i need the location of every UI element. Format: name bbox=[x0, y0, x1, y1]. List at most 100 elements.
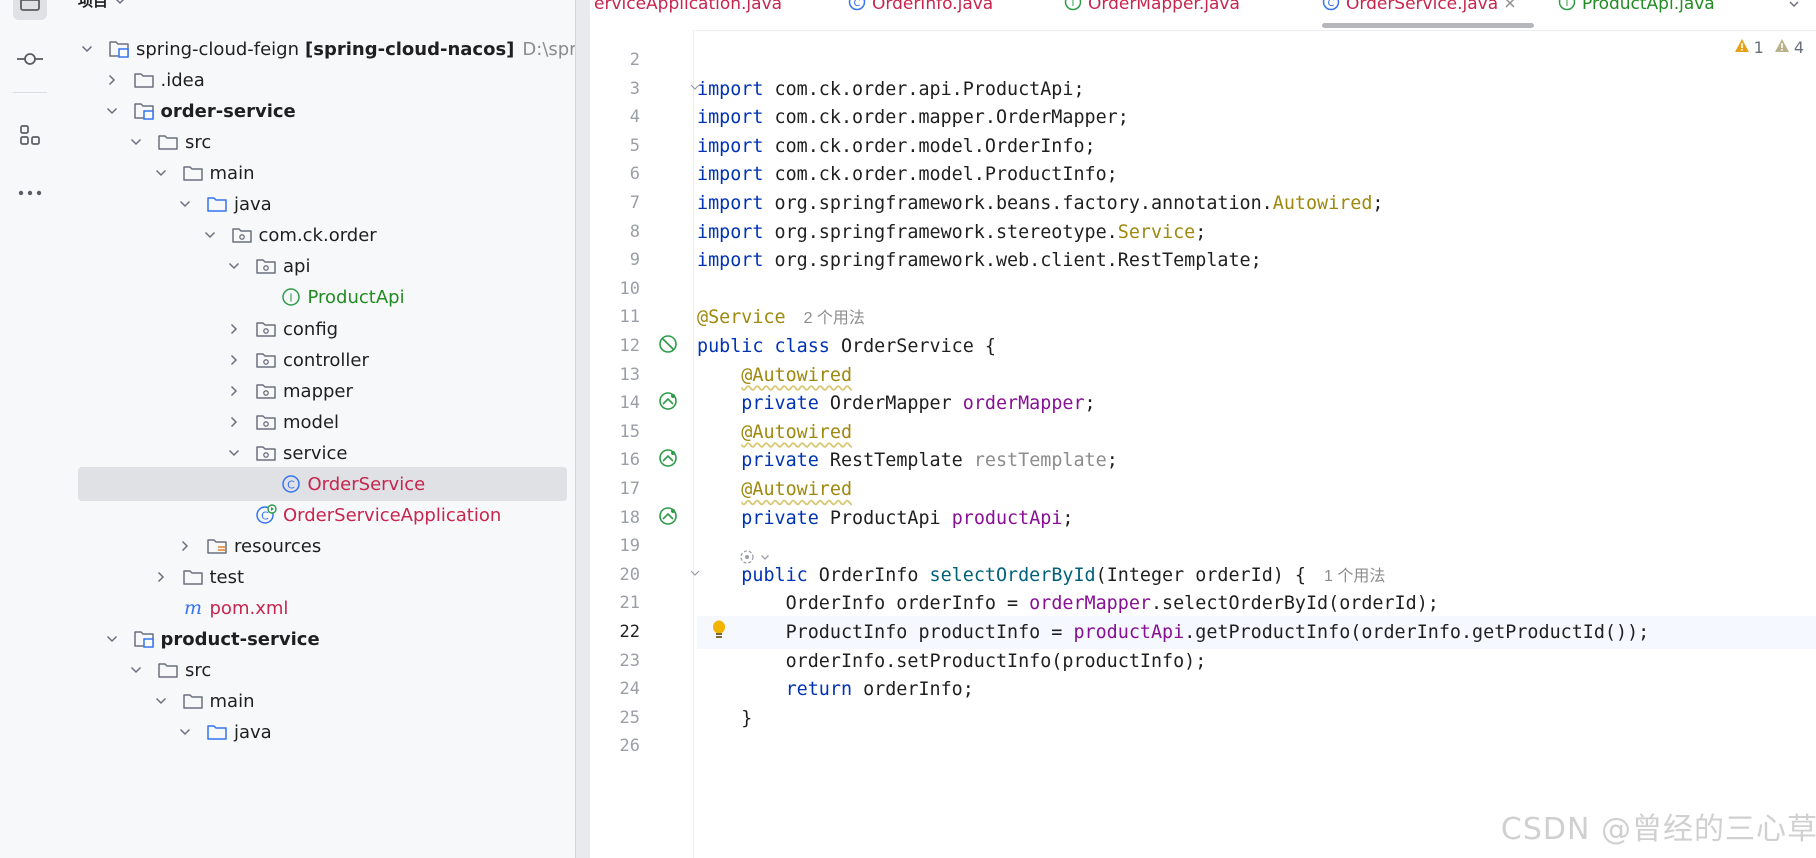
tree-item[interactable]: mapper bbox=[78, 374, 567, 408]
tree-item-label: src bbox=[185, 659, 212, 681]
code-editor[interactable]: erviceApplication.java C OrderInfo.java … bbox=[590, 0, 1816, 858]
chevron-down-icon[interactable] bbox=[154, 694, 168, 708]
line-number[interactable]: 26 bbox=[590, 730, 640, 763]
chevron-down-icon[interactable] bbox=[114, 0, 126, 9]
editor-gutter[interactable]: 2 3 4 5 6 7 8 9 10 11 12 13 14 15 16 17 18 19 20 21 22 23 24 25… bbox=[590, 30, 695, 858]
tree-item[interactable]: com.ck.order bbox=[78, 218, 567, 252]
chevron-down-icon[interactable] bbox=[154, 166, 168, 180]
code-text: org.springframework.beans.factory.annota… bbox=[763, 193, 1273, 214]
code-text: ; bbox=[1084, 393, 1096, 415]
chevron-down-icon[interactable] bbox=[105, 632, 119, 646]
tree-item[interactable]: java bbox=[78, 187, 567, 221]
code-text: .selectOrderById(orderId); bbox=[1150, 593, 1439, 615]
ai-assistant-icon[interactable] bbox=[738, 548, 770, 566]
tree-item[interactable]: test bbox=[78, 560, 567, 594]
tree-item-label: src bbox=[185, 131, 212, 153]
inspection-widget[interactable]: 1 4 bbox=[1734, 38, 1804, 57]
chevron-down-icon[interactable] bbox=[178, 197, 192, 211]
tab-ordermapper[interactable]: I OrderMapper.java bbox=[1064, 0, 1240, 18]
tree-item[interactable]: resources bbox=[78, 529, 567, 563]
tab-orderinfo[interactable]: C OrderInfo.java bbox=[848, 0, 993, 18]
tree-item[interactable]: controller bbox=[78, 343, 567, 377]
tree-item[interactable]: model bbox=[78, 405, 567, 439]
tree-item[interactable]: C OrderServiceApplication bbox=[78, 498, 567, 532]
autowired-icon[interactable] bbox=[656, 446, 680, 470]
class-icon: C bbox=[280, 474, 302, 494]
chevron-right-icon[interactable] bbox=[227, 384, 241, 398]
chevron-down-icon[interactable] bbox=[129, 663, 143, 677]
project-icon[interactable] bbox=[13, 0, 47, 20]
tree-item[interactable]: api bbox=[78, 249, 567, 283]
svg-text:I: I bbox=[1072, 0, 1075, 9]
chevron-right-icon[interactable] bbox=[227, 415, 241, 429]
chevron-right-icon[interactable] bbox=[227, 322, 241, 336]
tree-item-label: config bbox=[283, 318, 339, 340]
panel-header: 项目 bbox=[78, 0, 126, 12]
autowired-icon[interactable] bbox=[656, 389, 680, 413]
more-icon[interactable] bbox=[13, 176, 47, 210]
code-text: orderInfo; bbox=[852, 679, 974, 701]
code-annotation: @Service bbox=[697, 307, 786, 329]
chevron-down-icon[interactable] bbox=[129, 135, 143, 149]
tree-item[interactable]: src bbox=[78, 653, 567, 687]
chevron-down-icon[interactable] bbox=[203, 228, 217, 242]
chevron-right-icon[interactable] bbox=[154, 570, 168, 584]
tree-item-project-name: [spring-cloud-nacos] bbox=[305, 38, 515, 60]
usage-hint[interactable]: 2 个用法 bbox=[804, 310, 865, 327]
tree-item[interactable]: src bbox=[78, 125, 567, 159]
chevron-down-icon[interactable] bbox=[80, 42, 94, 56]
code-line[interactable]: } bbox=[697, 702, 1816, 735]
code-text: org.springframework.web.client.RestTempl… bbox=[763, 250, 1262, 272]
code-type: ProductApi bbox=[818, 507, 952, 529]
warning-icon bbox=[1734, 38, 1750, 57]
spring-bean-icon[interactable] bbox=[656, 332, 680, 356]
tree-item[interactable]: spring-cloud-feign [spring-cloud-nacos] D:… bbox=[78, 32, 575, 66]
tree-item[interactable]: java bbox=[78, 715, 567, 749]
chevron-right-icon[interactable] bbox=[105, 73, 119, 87]
code-field: productApi bbox=[1073, 622, 1185, 643]
svg-text:m: m bbox=[183, 598, 201, 618]
tree-item[interactable]: order-service bbox=[78, 94, 567, 128]
lightbulb-icon[interactable] bbox=[707, 618, 731, 642]
tree-item[interactable]: I ProductApi bbox=[78, 280, 567, 314]
structure-icon[interactable] bbox=[13, 118, 47, 152]
tree-item[interactable]: config bbox=[78, 312, 567, 346]
chevron-down-icon[interactable] bbox=[227, 259, 241, 273]
code-line[interactable]: private ProductApi productApi; bbox=[697, 502, 1816, 535]
chevron-down-icon[interactable] bbox=[105, 104, 119, 118]
tree-item[interactable]: product-service bbox=[78, 622, 567, 656]
panel-splitter[interactable] bbox=[575, 0, 590, 858]
code-keyword: private bbox=[741, 507, 819, 529]
chevron-down-icon[interactable] bbox=[178, 725, 192, 739]
close-icon[interactable] bbox=[1504, 0, 1516, 14]
fold-icon[interactable] bbox=[683, 75, 707, 99]
usage-hint[interactable]: 1 个用法 bbox=[1324, 568, 1385, 585]
tab-orderserviceapplication[interactable]: erviceApplication.java bbox=[594, 0, 782, 18]
tab-orderservice[interactable]: C OrderService.java bbox=[1322, 0, 1534, 28]
src-folder-icon bbox=[206, 722, 228, 742]
warning-count[interactable]: 1 bbox=[1734, 38, 1764, 57]
chevron-down-icon[interactable] bbox=[227, 446, 241, 460]
folder-icon bbox=[182, 163, 204, 183]
code-line[interactable]: import org.springframework.web.client.Re… bbox=[697, 244, 1816, 277]
weak-warning-count[interactable]: 4 bbox=[1774, 38, 1804, 57]
tree-item[interactable]: C OrderService bbox=[78, 467, 567, 501]
tree-item[interactable]: service bbox=[78, 436, 567, 470]
code-keyword: public class bbox=[697, 336, 830, 357]
chevron-right-icon[interactable] bbox=[227, 353, 241, 367]
tab-productapi[interactable]: I ProductApi.java bbox=[1558, 0, 1715, 18]
tree-item-label: service bbox=[283, 442, 348, 464]
tree-item[interactable]: main bbox=[78, 156, 567, 190]
folder-icon bbox=[133, 70, 155, 90]
tab-overflow-chevron[interactable] bbox=[1788, 0, 1800, 18]
code-annotation: @Autowired bbox=[741, 364, 853, 386]
code-type: OrderInfo bbox=[807, 564, 930, 586]
tree-item[interactable]: main bbox=[78, 684, 567, 718]
commit-icon[interactable] bbox=[13, 42, 47, 76]
autowired-icon[interactable] bbox=[656, 504, 680, 528]
chevron-right-icon[interactable] bbox=[178, 539, 192, 553]
tree-item[interactable]: m pom.xml bbox=[78, 591, 567, 625]
code-field: productApi bbox=[951, 507, 1063, 529]
fold-icon[interactable] bbox=[683, 561, 707, 585]
tree-item[interactable]: .idea bbox=[78, 63, 567, 97]
